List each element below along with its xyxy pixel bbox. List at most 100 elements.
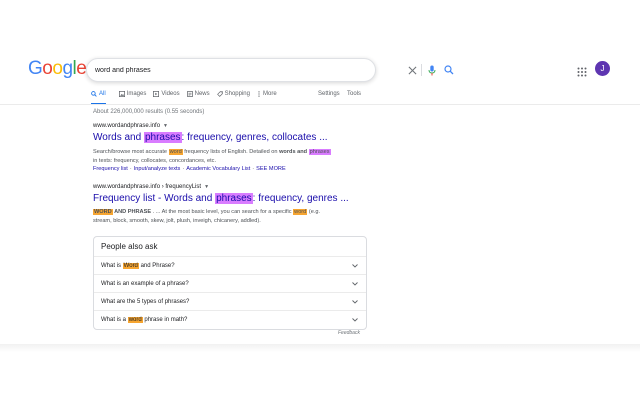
logo-letter: g	[62, 58, 73, 79]
tab-videos[interactable]: Videos	[153, 87, 180, 101]
caret-down-icon[interactable]: ▼	[163, 123, 168, 129]
tab-label: Images	[126, 91, 147, 97]
clear-button[interactable]	[405, 63, 419, 77]
image-icon	[118, 91, 125, 97]
logo-letter: o	[42, 58, 53, 79]
paa-question-text: What is Word and Phrase?	[101, 263, 352, 269]
logo-letter: o	[52, 58, 63, 79]
apps-grid-icon	[577, 67, 587, 77]
paa-question-text: What is a word phrase in math?	[101, 317, 352, 323]
paa-question[interactable]: What is a word phrase in math?	[94, 310, 366, 329]
header-divider	[0, 104, 640, 105]
snippet-text: . ... At the most basic level, you can s…	[151, 209, 294, 215]
paa-question[interactable]: What is Word and Phrase?	[94, 256, 366, 275]
search-submit-button[interactable]	[442, 63, 456, 77]
tab-images[interactable]: Images	[118, 87, 147, 101]
sitelinks: Frequency list · Input/analyze texts · Aca…	[93, 166, 393, 172]
question-text: What are the 5 types of phrases?	[101, 299, 190, 305]
search-icon	[444, 65, 454, 75]
question-highlight: word	[127, 317, 143, 323]
people-also-ask: People also ask What is Word and Phrase?…	[93, 236, 367, 330]
tab-label: Shopping	[224, 91, 250, 97]
paa-question[interactable]: What are the 5 types of phrases?	[94, 292, 366, 311]
tab-news[interactable]: News	[186, 87, 210, 101]
snippet-highlight: word	[293, 209, 308, 215]
result-cite[interactable]: www.wordandphrase.info › frequencyList ▼	[93, 184, 393, 190]
result-title-link[interactable]: Frequency list - Words and phrases: freq…	[93, 193, 393, 205]
sitelink[interactable]: SEE MORE	[256, 166, 286, 172]
tab-label: All	[99, 91, 106, 97]
logo-letter: e	[76, 58, 87, 79]
apps-button[interactable]	[577, 64, 587, 77]
snippet-bold: AND PHRASE	[112, 209, 152, 215]
tools-label: Tools	[347, 91, 362, 97]
result-url: www.wordandphrase.info › frequencyList	[93, 184, 202, 190]
chevron-down-icon	[352, 300, 358, 304]
result-cite[interactable]: www.wordandphrase.info ▼	[93, 123, 393, 129]
tab-label: News	[194, 91, 210, 97]
page-fold-shadow	[0, 344, 640, 352]
chevron-down-icon	[352, 264, 358, 268]
question-highlight: Word	[122, 263, 139, 269]
question-text: What is a	[101, 317, 128, 323]
question-text: and Phrase?	[138, 263, 175, 269]
snippet-highlight: phrases	[308, 149, 331, 155]
news-icon	[186, 91, 193, 97]
caret-down-icon[interactable]: ▼	[204, 184, 209, 190]
search-tabs: All Images Videos News Shopping More	[91, 87, 284, 105]
snippet-text: (e.g.	[307, 209, 321, 215]
title-highlight: phrases	[143, 132, 182, 143]
tab-shopping[interactable]: Shopping	[216, 87, 250, 101]
search-input[interactable]	[95, 63, 315, 77]
google-logo[interactable]: Google	[28, 58, 87, 80]
video-icon	[153, 91, 160, 97]
snippet-text: Search/browse most accurate	[93, 149, 169, 155]
chevron-down-icon	[352, 318, 358, 322]
snippet-bold: words and	[279, 149, 308, 155]
snippet-text: in texts: frequency, collocates, concord…	[93, 157, 217, 164]
title-text: Words and	[93, 132, 144, 143]
sitelink-separator: ·	[182, 166, 185, 172]
more-vertical-icon	[258, 91, 260, 97]
tab-all[interactable]: All	[91, 87, 106, 105]
result-snippet: WORD AND PHRASE . ... At the most basic …	[93, 208, 393, 225]
feedback-link[interactable]: Feedback	[338, 330, 360, 336]
sitelink-separator: ·	[252, 166, 255, 172]
voice-search-button[interactable]	[425, 63, 439, 77]
sitelink[interactable]: Frequency list	[93, 166, 128, 172]
tag-icon	[216, 91, 223, 97]
paa-question-text: What are the 5 types of phrases?	[101, 299, 352, 305]
search-box	[86, 58, 454, 82]
search-icon	[91, 91, 97, 97]
settings-link[interactable]: Settings	[318, 87, 340, 101]
result-url: www.wordandphrase.info	[93, 123, 161, 129]
tab-more[interactable]: More	[257, 87, 277, 101]
close-icon	[408, 66, 416, 74]
logo-letter: G	[28, 58, 43, 79]
snippet-highlight: WORD	[93, 209, 113, 215]
paa-title: People also ask	[101, 242, 158, 251]
avatar-initial: J	[600, 64, 605, 73]
sitelink[interactable]: Input/analyze texts	[134, 166, 181, 172]
search-result: www.wordandphrase.info ▼ Words and phras…	[93, 123, 393, 172]
tab-label: Videos	[161, 91, 180, 97]
question-text: What is	[101, 263, 123, 269]
title-text: Frequency list - Words and	[93, 193, 216, 204]
snippet-text: frequency lists of English. Detailed on	[182, 149, 280, 155]
result-title-link[interactable]: Words and phrases: frequency, genres, co…	[93, 132, 393, 144]
tools-link[interactable]: Tools	[347, 87, 361, 101]
account-avatar[interactable]: J	[595, 61, 610, 76]
result-snippet: Search/browse most accurate word frequen…	[93, 148, 393, 165]
sitelink-separator: ·	[129, 166, 132, 172]
settings-label: Settings	[318, 91, 340, 97]
tab-label: More	[262, 91, 277, 97]
title-highlight: phrases	[215, 193, 253, 204]
question-text: phrase in math?	[142, 317, 188, 323]
paa-question[interactable]: What is an example of a phrase?	[94, 274, 366, 293]
microphone-icon	[428, 65, 436, 75]
snippet-highlight: word	[168, 149, 183, 155]
sitelink[interactable]: Academic Vocabulary List	[186, 166, 250, 172]
searchbox-divider	[421, 64, 422, 76]
snippet-text: stream, block, smooth, skew, jolt, plush…	[93, 217, 261, 224]
chevron-down-icon	[352, 282, 358, 286]
